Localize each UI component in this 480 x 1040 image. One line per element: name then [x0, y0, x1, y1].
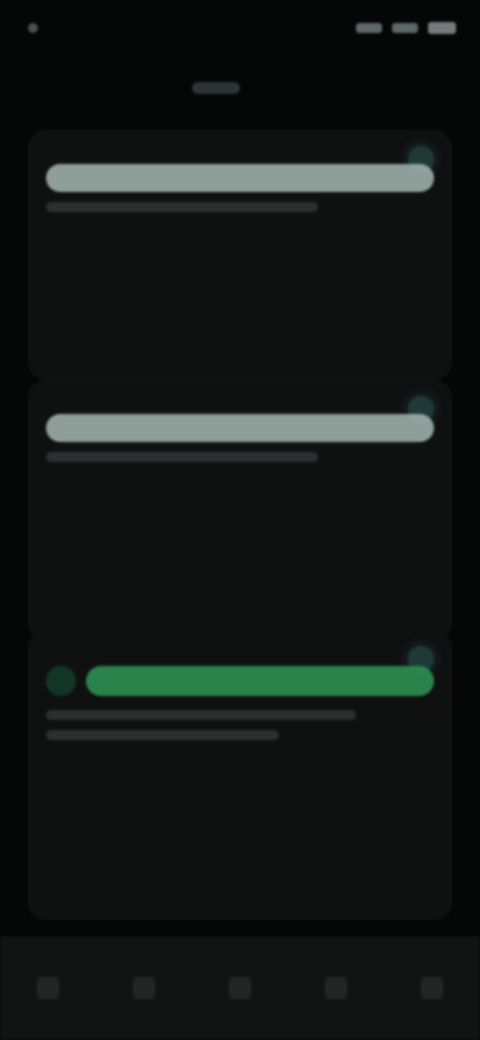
header-spacer	[412, 82, 460, 94]
status-left	[28, 23, 48, 33]
nav-profile[interactable]	[410, 966, 454, 1010]
nav-notifications[interactable]	[314, 966, 358, 1010]
top-bar	[0, 60, 480, 116]
status-bar	[0, 0, 480, 56]
screen	[0, 0, 480, 1040]
bottom-navigation	[0, 936, 480, 1040]
secondary-line	[46, 730, 279, 740]
battery-icon	[428, 22, 456, 34]
status-right	[356, 22, 456, 34]
active-toggle[interactable]	[46, 666, 434, 696]
primary-action-bar[interactable]	[46, 414, 434, 442]
secondary-line	[46, 710, 357, 720]
card-1[interactable]	[28, 130, 452, 380]
secondary-line	[46, 452, 318, 462]
toggle-knob[interactable]	[46, 666, 76, 696]
grid-icon	[229, 977, 251, 999]
status-indicator-icon	[28, 23, 38, 33]
card-3[interactable]	[28, 630, 452, 920]
search-icon	[133, 977, 155, 999]
toggle-track[interactable]	[86, 666, 434, 696]
app-logo-icon	[192, 82, 240, 94]
signal-icon	[356, 23, 382, 33]
bell-icon	[325, 977, 347, 999]
secondary-line	[46, 202, 318, 212]
nav-search[interactable]	[122, 966, 166, 1010]
home-icon	[37, 977, 59, 999]
card-2[interactable]	[28, 380, 452, 640]
nav-home[interactable]	[26, 966, 70, 1010]
wifi-icon	[392, 23, 418, 33]
primary-action-bar[interactable]	[46, 164, 434, 192]
profile-icon	[421, 977, 443, 999]
nav-grid[interactable]	[218, 966, 262, 1010]
